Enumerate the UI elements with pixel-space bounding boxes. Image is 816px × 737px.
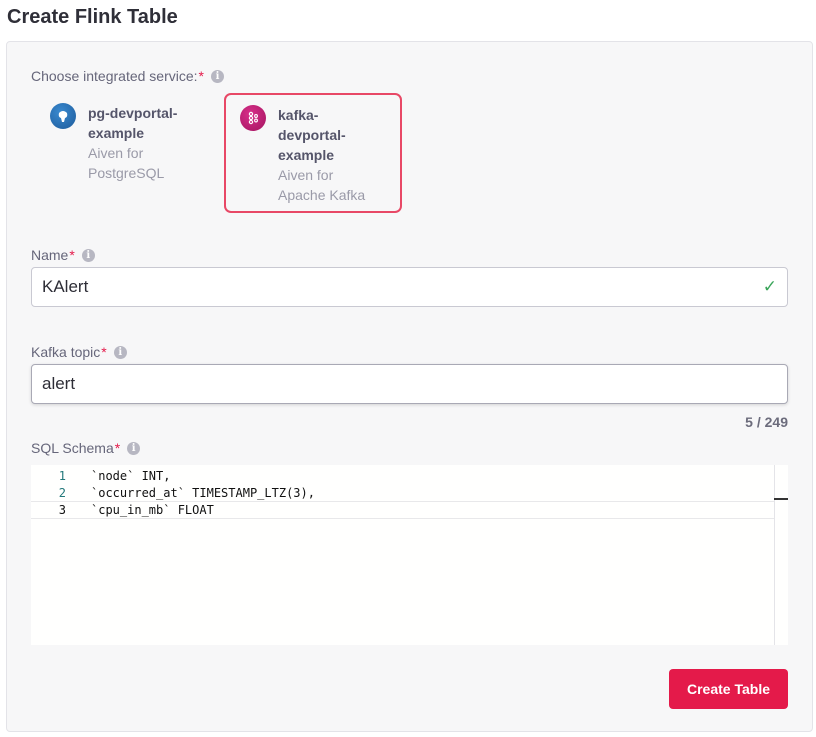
required-mark: *: [69, 247, 75, 263]
code-text: `cpu_in_mb` FLOAT: [91, 503, 214, 517]
service-picker-label-text: Choose integrated service:: [31, 68, 198, 84]
create-table-button[interactable]: Create Table: [669, 669, 788, 709]
name-input-value: KAlert: [42, 277, 89, 296]
service-name: pg-devportal-example: [88, 105, 178, 141]
service-name: kafka-devportal-example: [278, 107, 346, 163]
kafka-topic-input-value: alert: [42, 374, 76, 393]
service-option-kafka[interactable]: kafka-devportal-example Aiven for Apache…: [224, 93, 402, 213]
line-number: 2: [58, 486, 66, 500]
kafka-topic-label-text: Kafka topic: [31, 344, 101, 360]
info-icon[interactable]: i: [211, 69, 224, 83]
scrollbar-cursor-marker: [774, 498, 788, 500]
required-mark: *: [101, 344, 107, 360]
sql-schema-label: SQL Schema * i: [31, 440, 141, 456]
sql-schema-label-text: SQL Schema: [31, 440, 114, 456]
service-option-pg[interactable]: pg-devportal-example Aiven for PostgreSQ…: [36, 93, 214, 213]
editor-line[interactable]: 1 `node` INT,: [31, 467, 774, 485]
name-label-text: Name: [31, 247, 69, 263]
postgresql-elephant-icon: [50, 103, 76, 129]
info-icon[interactable]: i: [113, 345, 127, 359]
line-number: 3: [58, 503, 66, 517]
info-icon[interactable]: i: [127, 441, 141, 455]
page-title: Create Flink Table: [7, 6, 178, 28]
service-type: Aiven for Apache Kafka: [278, 167, 366, 203]
kafka-topic-label: Kafka topic * i: [31, 344, 127, 360]
kafka-icon: [240, 105, 266, 131]
sql-schema-editor[interactable]: 1 `node` INT, 2 `occurred_at` TIMESTAMP_…: [31, 465, 788, 645]
service-picker-label: Choose integrated service: * i: [31, 68, 224, 84]
required-mark: *: [114, 440, 121, 456]
name-label: Name * i: [31, 247, 95, 263]
editor-scrollbar[interactable]: [774, 465, 788, 645]
required-mark: *: [198, 68, 204, 84]
info-icon[interactable]: i: [81, 248, 95, 262]
code-text: `node` INT,: [91, 469, 171, 483]
checkmark-icon: ✓: [762, 277, 777, 296]
line-number: 1: [58, 469, 66, 483]
code-text: `occurred_at` TIMESTAMP_LTZ(3),: [91, 486, 315, 500]
kafka-topic-input[interactable]: alert: [31, 364, 788, 404]
service-type: Aiven for PostgreSQL: [88, 145, 165, 181]
editor-line[interactable]: 2 `occurred_at` TIMESTAMP_LTZ(3),: [31, 484, 774, 502]
character-counter: 5 / 249: [745, 414, 788, 430]
name-input[interactable]: KAlert ✓: [31, 267, 788, 307]
editor-line-active[interactable]: 3 `cpu_in_mb` FLOAT: [31, 501, 774, 519]
